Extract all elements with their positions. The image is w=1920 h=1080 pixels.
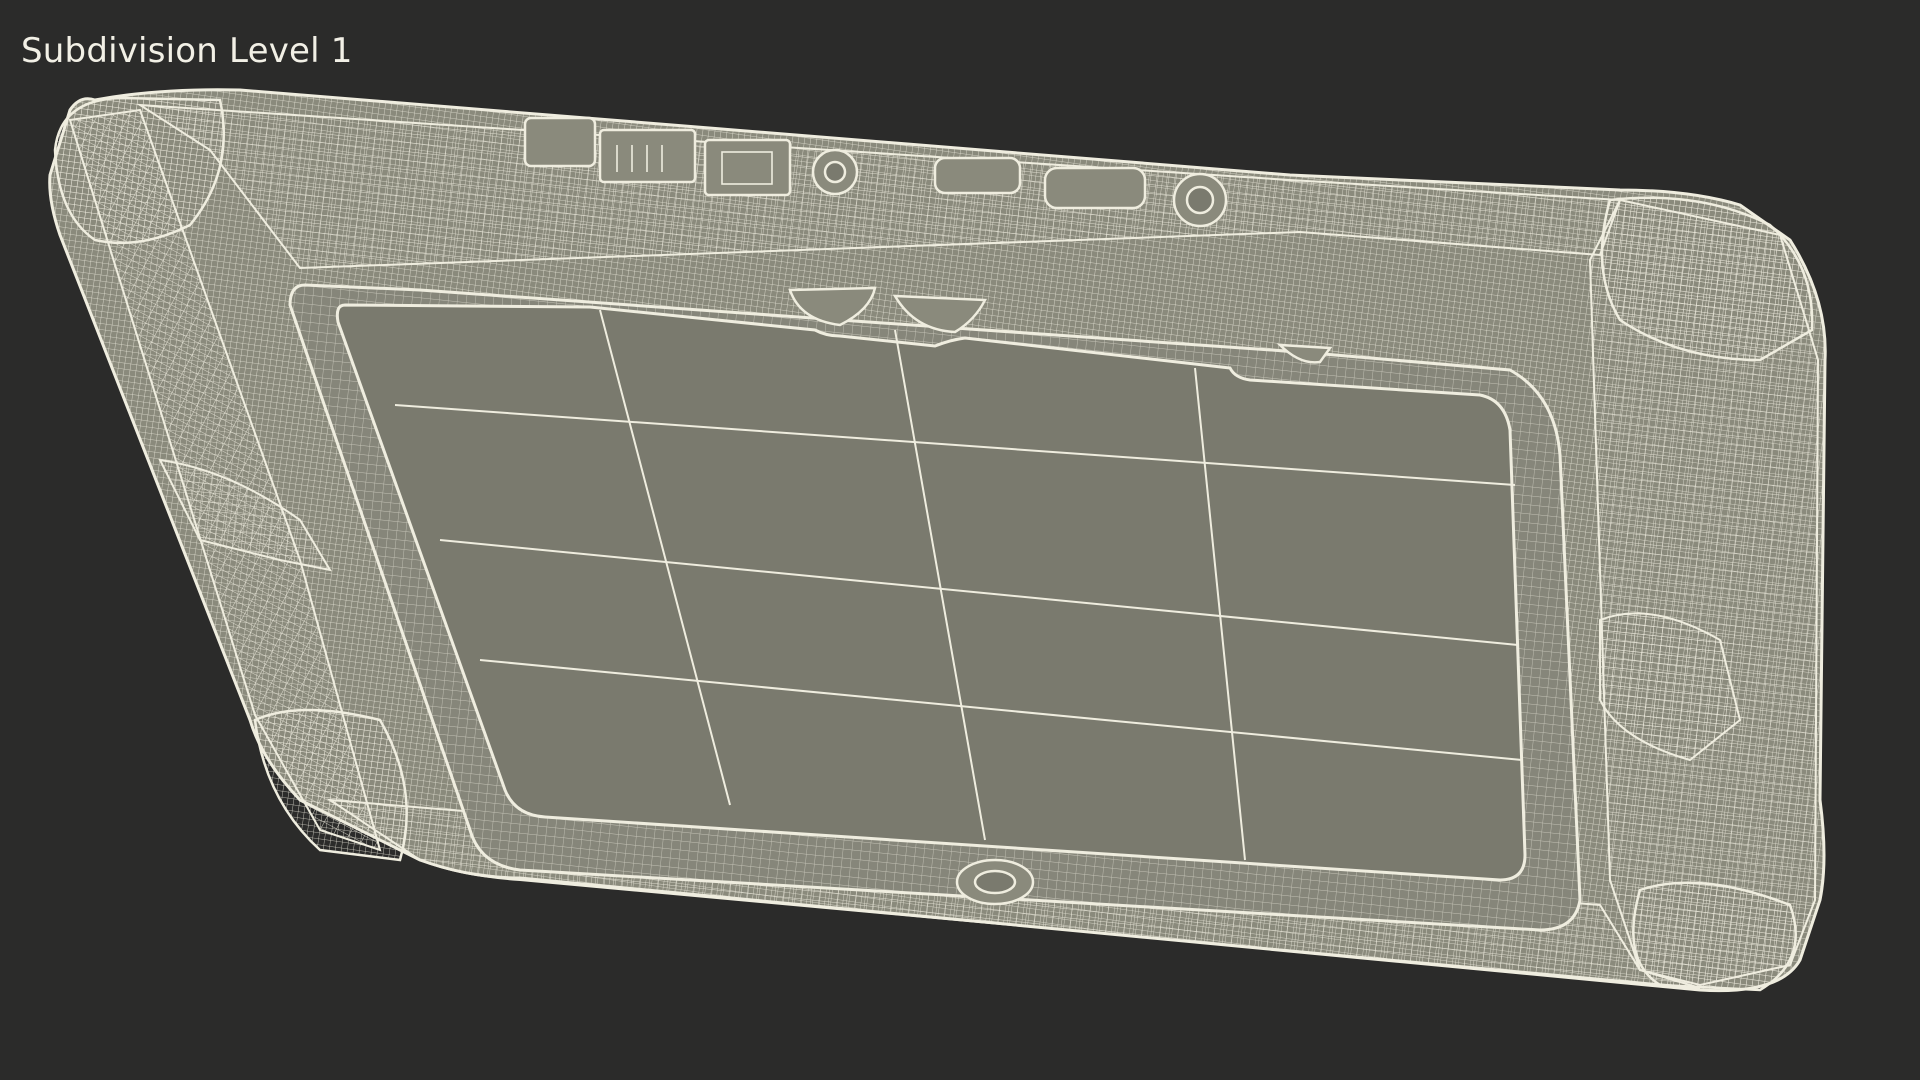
3d-viewport[interactable]: Subdivision Level 1 (0, 0, 1920, 1080)
subdivision-level-label: Subdivision Level 1 (21, 31, 353, 71)
screen-panel (335, 303, 1527, 882)
wireframe-render (48, 88, 1827, 993)
home-button (955, 858, 1035, 906)
